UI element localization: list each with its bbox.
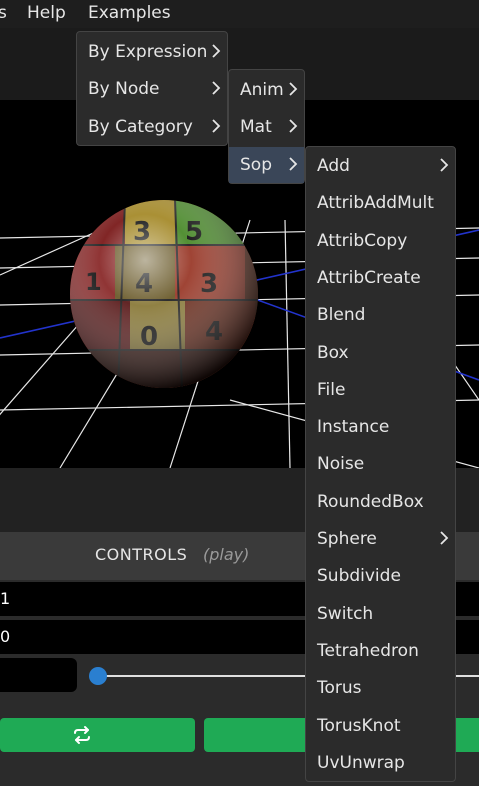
chevron-right-icon <box>440 158 449 172</box>
chevron-right-icon <box>289 82 298 96</box>
menu-item-sop-torusknot[interactable]: TorusKnot <box>306 708 455 744</box>
chevron-right-icon <box>212 44 221 58</box>
menu-item-label: TorusKnot <box>317 715 401 736</box>
menu-item-label: RoundedBox <box>317 491 424 512</box>
controls-mode: (play) <box>203 545 250 564</box>
menu-item-label: Anim <box>240 80 284 100</box>
menu-item-sop-torus[interactable]: Torus <box>306 670 455 706</box>
menu-item-label: Noise <box>317 454 365 475</box>
menu-item-label: Mat <box>240 117 272 137</box>
menu-item-label: AttribCopy <box>317 230 408 251</box>
menu-item-sop-tetrahedron[interactable]: Tetrahedron <box>306 633 455 669</box>
refresh-icon <box>74 726 90 744</box>
menu-item-sop-blend[interactable]: Blend <box>306 297 455 333</box>
menu-item-label: Switch <box>317 603 374 624</box>
chevron-right-icon <box>212 81 221 95</box>
chevron-right-icon <box>440 531 449 545</box>
menu-item-sop-attribcreate[interactable]: AttribCreate <box>306 260 455 296</box>
menu-item-mat[interactable]: Mat <box>229 109 304 145</box>
menu-item-label: Blend <box>317 305 366 326</box>
menu-item-label: Add <box>317 156 350 176</box>
menu-item-sop[interactable]: Sop <box>229 147 304 183</box>
slider-thumb[interactable] <box>89 667 107 685</box>
menu-item-anim[interactable]: Anim <box>229 72 304 108</box>
menu-bar: s Help Examples <box>0 0 479 28</box>
menu-item-label: Torus <box>317 678 362 699</box>
menu-item-sop-switch[interactable]: Switch <box>306 596 455 632</box>
menu-item-sop-add[interactable]: Add <box>306 148 455 184</box>
examples-menu: By Expression By Node By Category <box>76 31 228 146</box>
menu-partial-item[interactable]: s <box>0 3 7 23</box>
chevron-right-icon <box>289 119 298 133</box>
controls-title: CONTROLS <box>95 545 188 564</box>
menu-item-label: By Expression <box>88 42 208 62</box>
menu-item-label: File <box>317 379 346 400</box>
menu-item-label: Sphere <box>317 529 377 549</box>
menu-help[interactable]: Help <box>27 3 66 23</box>
menu-item-sop-noise[interactable]: Noise <box>306 446 455 482</box>
number-input[interactable] <box>0 658 77 692</box>
menu-item-label: Instance <box>317 417 390 438</box>
menu-item-label: Sop <box>240 155 272 175</box>
menu-item-label: By Category <box>88 117 193 137</box>
menu-item-label: UvUnwrap <box>317 752 405 773</box>
param-field-2-value: 0 <box>0 627 11 646</box>
menu-item-sop-box[interactable]: Box <box>306 335 455 371</box>
menu-item-sop-subdivide[interactable]: Subdivide <box>306 558 455 594</box>
menu-item-by-expression[interactable]: By Expression <box>77 34 227 70</box>
menu-item-sop-attribaddmult[interactable]: AttribAddMult <box>306 185 455 221</box>
menu-item-sop-uvunwrap[interactable]: UvUnwrap <box>306 745 455 781</box>
chevron-right-icon <box>289 157 298 171</box>
menu-item-sop-attribcopy[interactable]: AttribCopy <box>306 223 455 259</box>
menu-item-by-node[interactable]: By Node <box>77 71 227 107</box>
menu-item-label: Box <box>317 342 349 363</box>
menu-item-sop-roundedbox[interactable]: RoundedBox <box>306 484 455 520</box>
menu-item-label: AttribAddMult <box>317 193 434 214</box>
menu-item-label: AttribCreate <box>317 267 421 288</box>
loop-button[interactable] <box>0 718 195 752</box>
menu-item-label: Subdivide <box>317 566 401 587</box>
by-node-menu: Anim Mat Sop <box>228 69 305 184</box>
chevron-right-icon <box>212 119 221 133</box>
menu-item-label: Tetrahedron <box>317 640 419 661</box>
menu-examples[interactable]: Examples <box>88 3 171 23</box>
menu-item-sop-file[interactable]: File <box>306 372 455 408</box>
menu-item-sop-sphere[interactable]: Sphere <box>306 521 455 557</box>
menu-item-sop-instance[interactable]: Instance <box>306 409 455 445</box>
param-field-1-value: 1 <box>0 589 11 608</box>
sop-menu: Add AttribAddMult AttribCopy AttribCreate Bl… <box>305 146 456 782</box>
menu-item-label: By Node <box>88 79 160 99</box>
menu-item-by-category[interactable]: By Category <box>77 109 227 145</box>
